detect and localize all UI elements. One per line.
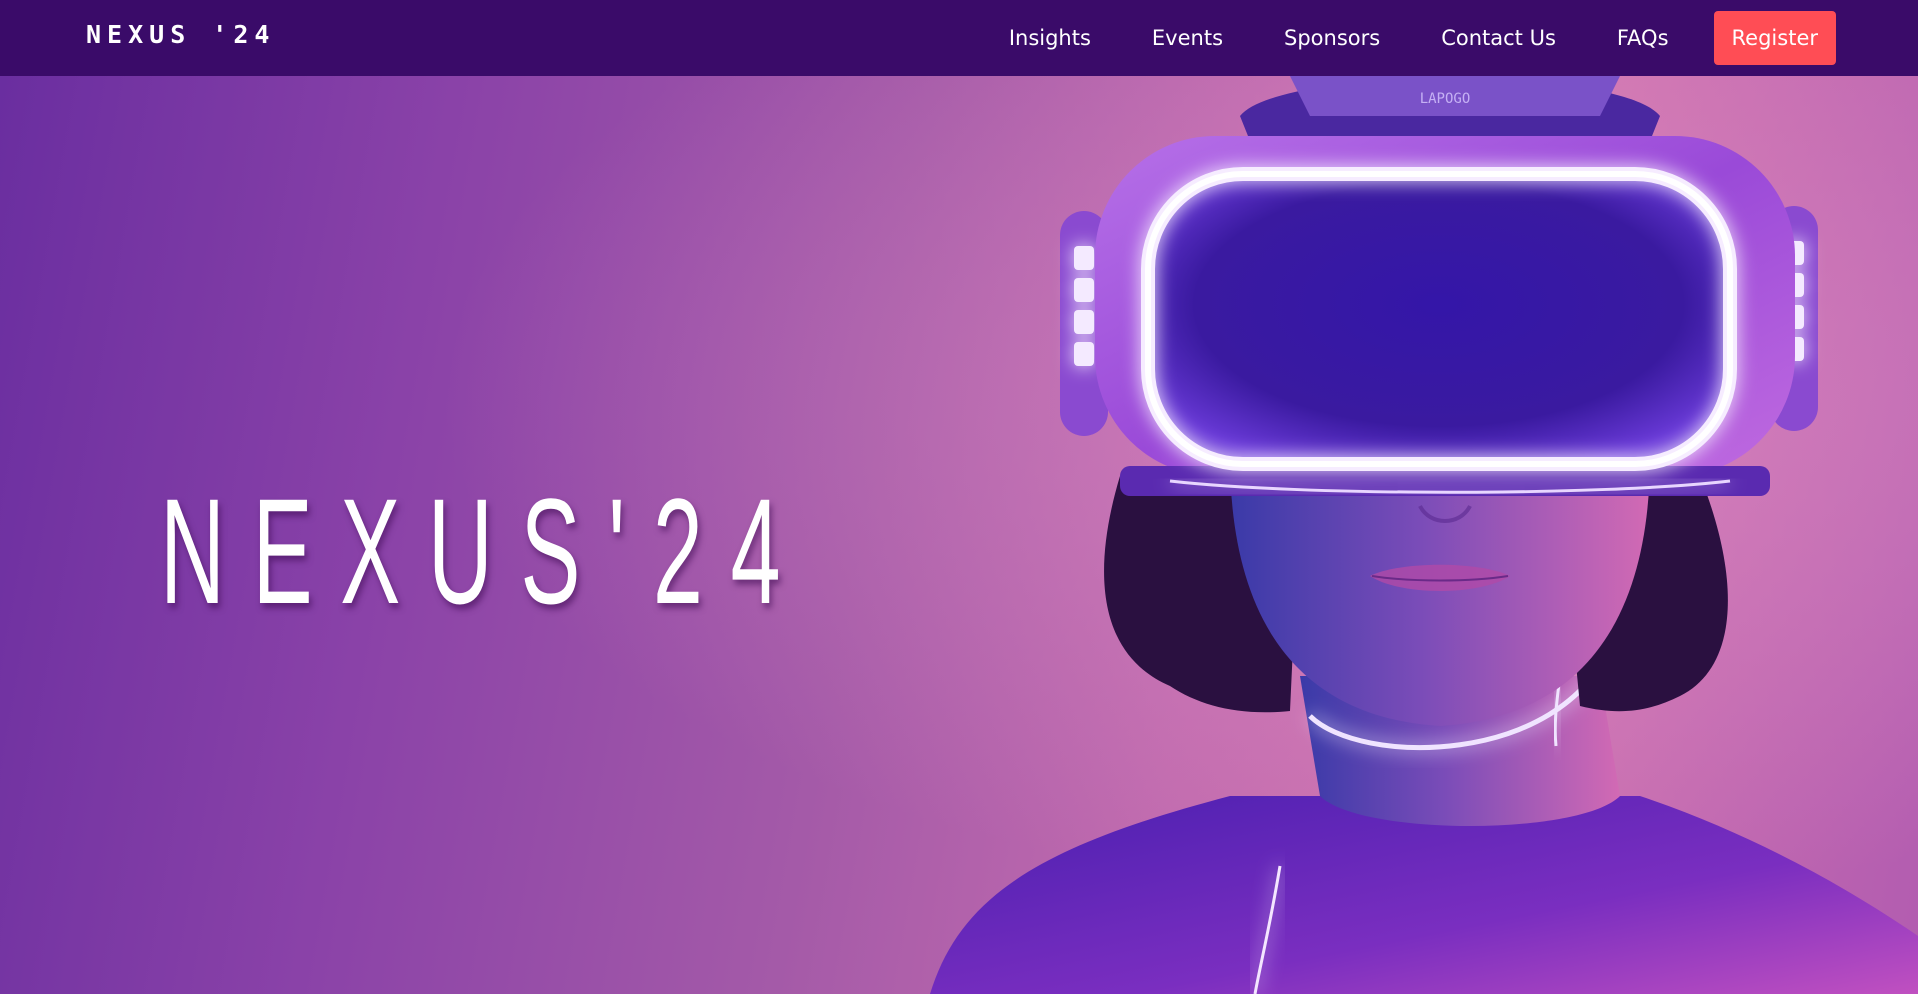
nav-link-events[interactable]: Events [1152,26,1223,50]
register-button[interactable]: Register [1713,11,1836,65]
nav-link-contact-us[interactable]: Contact Us [1441,26,1556,50]
top-navbar: NEXUS '24 Insights Events Sponsors Conta… [0,0,1918,76]
brand-logo[interactable]: NEXUS '24 [86,20,275,49]
headset-brand-text: LAPOGO [1420,91,1471,107]
nav-link-faqs[interactable]: FAQs [1617,26,1669,50]
nav-links: Insights Events Sponsors Contact Us FAQs… [1009,0,1918,76]
hero-title: NEXUS'24 [160,467,809,635]
nav-link-insights[interactable]: Insights [1009,26,1091,50]
nav-link-sponsors[interactable]: Sponsors [1284,26,1380,50]
hero-section: LAPOGO NEXUS'24 [0,76,1918,994]
